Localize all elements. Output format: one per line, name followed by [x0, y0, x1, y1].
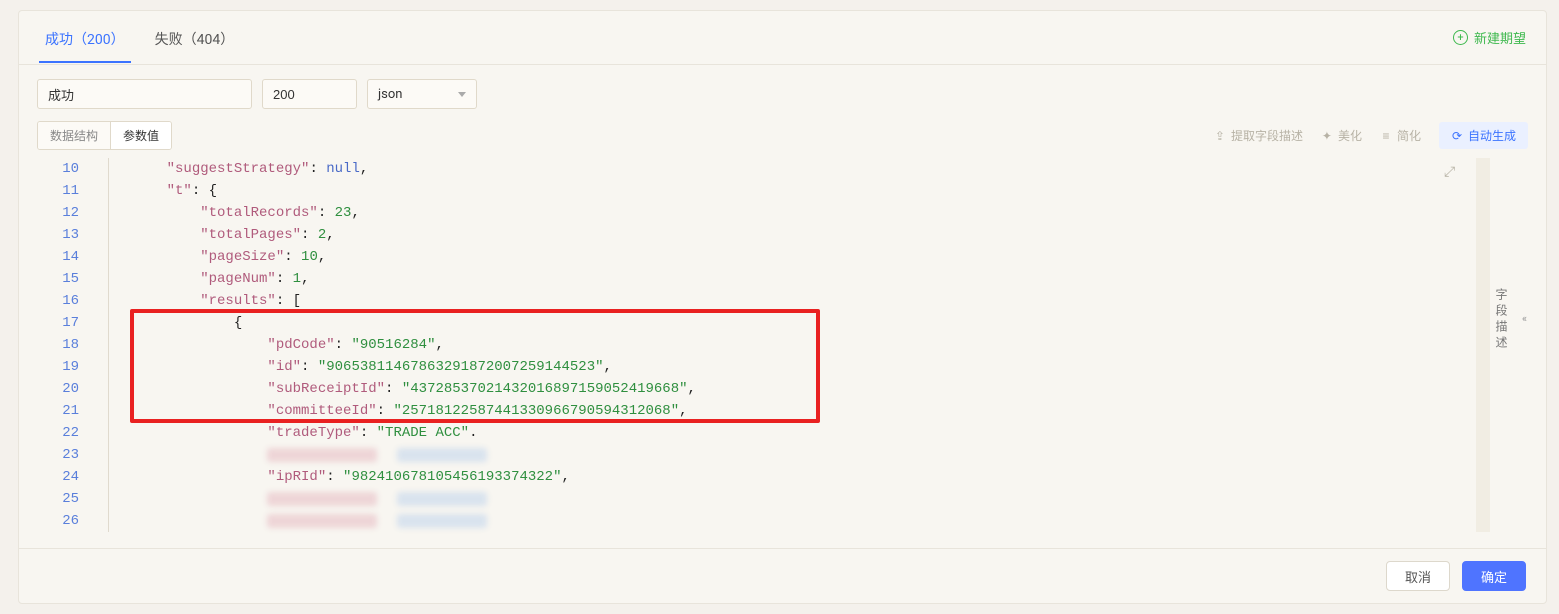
code-line[interactable]: "pageSize": 10, — [133, 246, 1470, 268]
code-line[interactable] — [133, 510, 1470, 532]
view-tab-params[interactable]: 参数值 — [111, 122, 171, 149]
code-line[interactable]: "ipRId": "982410678105456193374322", — [133, 466, 1470, 488]
chevron-left-icon: « — [1518, 312, 1531, 329]
footer: 取消 确定 — [19, 548, 1546, 603]
simplify-button[interactable]: ≡ 简化 — [1380, 127, 1421, 144]
chevron-down-icon — [458, 92, 466, 97]
code-line[interactable]: "totalPages": 2, — [133, 224, 1470, 246]
extract-fields-button[interactable]: ⇪ 提取字段描述 — [1214, 127, 1303, 144]
upload-icon: ⇪ — [1214, 130, 1226, 142]
extract-label: 提取字段描述 — [1231, 127, 1303, 144]
code-line[interactable]: "results": [ — [133, 290, 1470, 312]
side-panel-label: 字段描述 — [1493, 288, 1510, 352]
toolbar-row: 数据结构 参数值 ⇪ 提取字段描述 ✦ 美化 ≡ 简化 ⟳ — [19, 109, 1546, 158]
code-line[interactable]: "subReceiptId": "43728537021432016897159… — [133, 378, 1470, 400]
code-line[interactable]: "id": "90653811467863291872007259144523"… — [133, 356, 1470, 378]
code-line[interactable]: "committeeId": "257181225874413309667905… — [133, 400, 1470, 422]
code-line[interactable]: { — [133, 312, 1470, 334]
code-line[interactable]: "pageNum": 1, — [133, 268, 1470, 290]
code-editor[interactable]: 1011121314151617181920212223242526 "sugg… — [37, 158, 1470, 532]
list-icon: ≡ — [1380, 130, 1392, 142]
code-line[interactable]: "tradeType": "TRADE ACC". — [133, 422, 1470, 444]
simplify-label: 简化 — [1397, 127, 1421, 144]
format-select-value: json — [378, 87, 402, 102]
code-line[interactable]: "pdCode": "90516284", — [133, 334, 1470, 356]
view-tab-schema[interactable]: 数据结构 — [38, 122, 111, 149]
inputs-row: json — [19, 65, 1546, 109]
autogen-label: 自动生成 — [1468, 127, 1516, 144]
response-name-input[interactable] — [37, 79, 252, 109]
beautify-label: 美化 — [1338, 127, 1362, 144]
code-line[interactable] — [133, 444, 1470, 466]
code-line[interactable]: "t": { — [133, 180, 1470, 202]
refresh-icon: ⟳ — [1451, 130, 1463, 142]
beautify-button[interactable]: ✦ 美化 — [1321, 127, 1362, 144]
add-expectation-button[interactable]: + 新建期望 — [1453, 28, 1526, 47]
confirm-button[interactable]: 确定 — [1462, 561, 1526, 591]
side-panel-toggle[interactable]: « 字段描述 — [1496, 158, 1528, 532]
add-expectation-label: 新建期望 — [1474, 28, 1526, 47]
code-line[interactable]: "totalRecords": 23, — [133, 202, 1470, 224]
code-line[interactable]: "suggestStrategy": null, — [133, 158, 1470, 180]
plus-circle-icon: + — [1453, 30, 1468, 45]
status-code-input[interactable] — [262, 79, 357, 109]
code-line[interactable] — [133, 488, 1470, 510]
format-select[interactable]: json — [367, 79, 477, 109]
cancel-button[interactable]: 取消 — [1386, 561, 1450, 591]
tab-success[interactable]: 成功（200） — [39, 13, 131, 63]
scrollbar[interactable] — [1476, 158, 1490, 532]
tab-fail[interactable]: 失败（404） — [149, 13, 241, 63]
wand-icon: ✦ — [1321, 130, 1333, 142]
tabs-row: 成功（200） 失败（404） + 新建期望 — [19, 11, 1546, 65]
autogen-button[interactable]: ⟳ 自动生成 — [1439, 122, 1528, 149]
